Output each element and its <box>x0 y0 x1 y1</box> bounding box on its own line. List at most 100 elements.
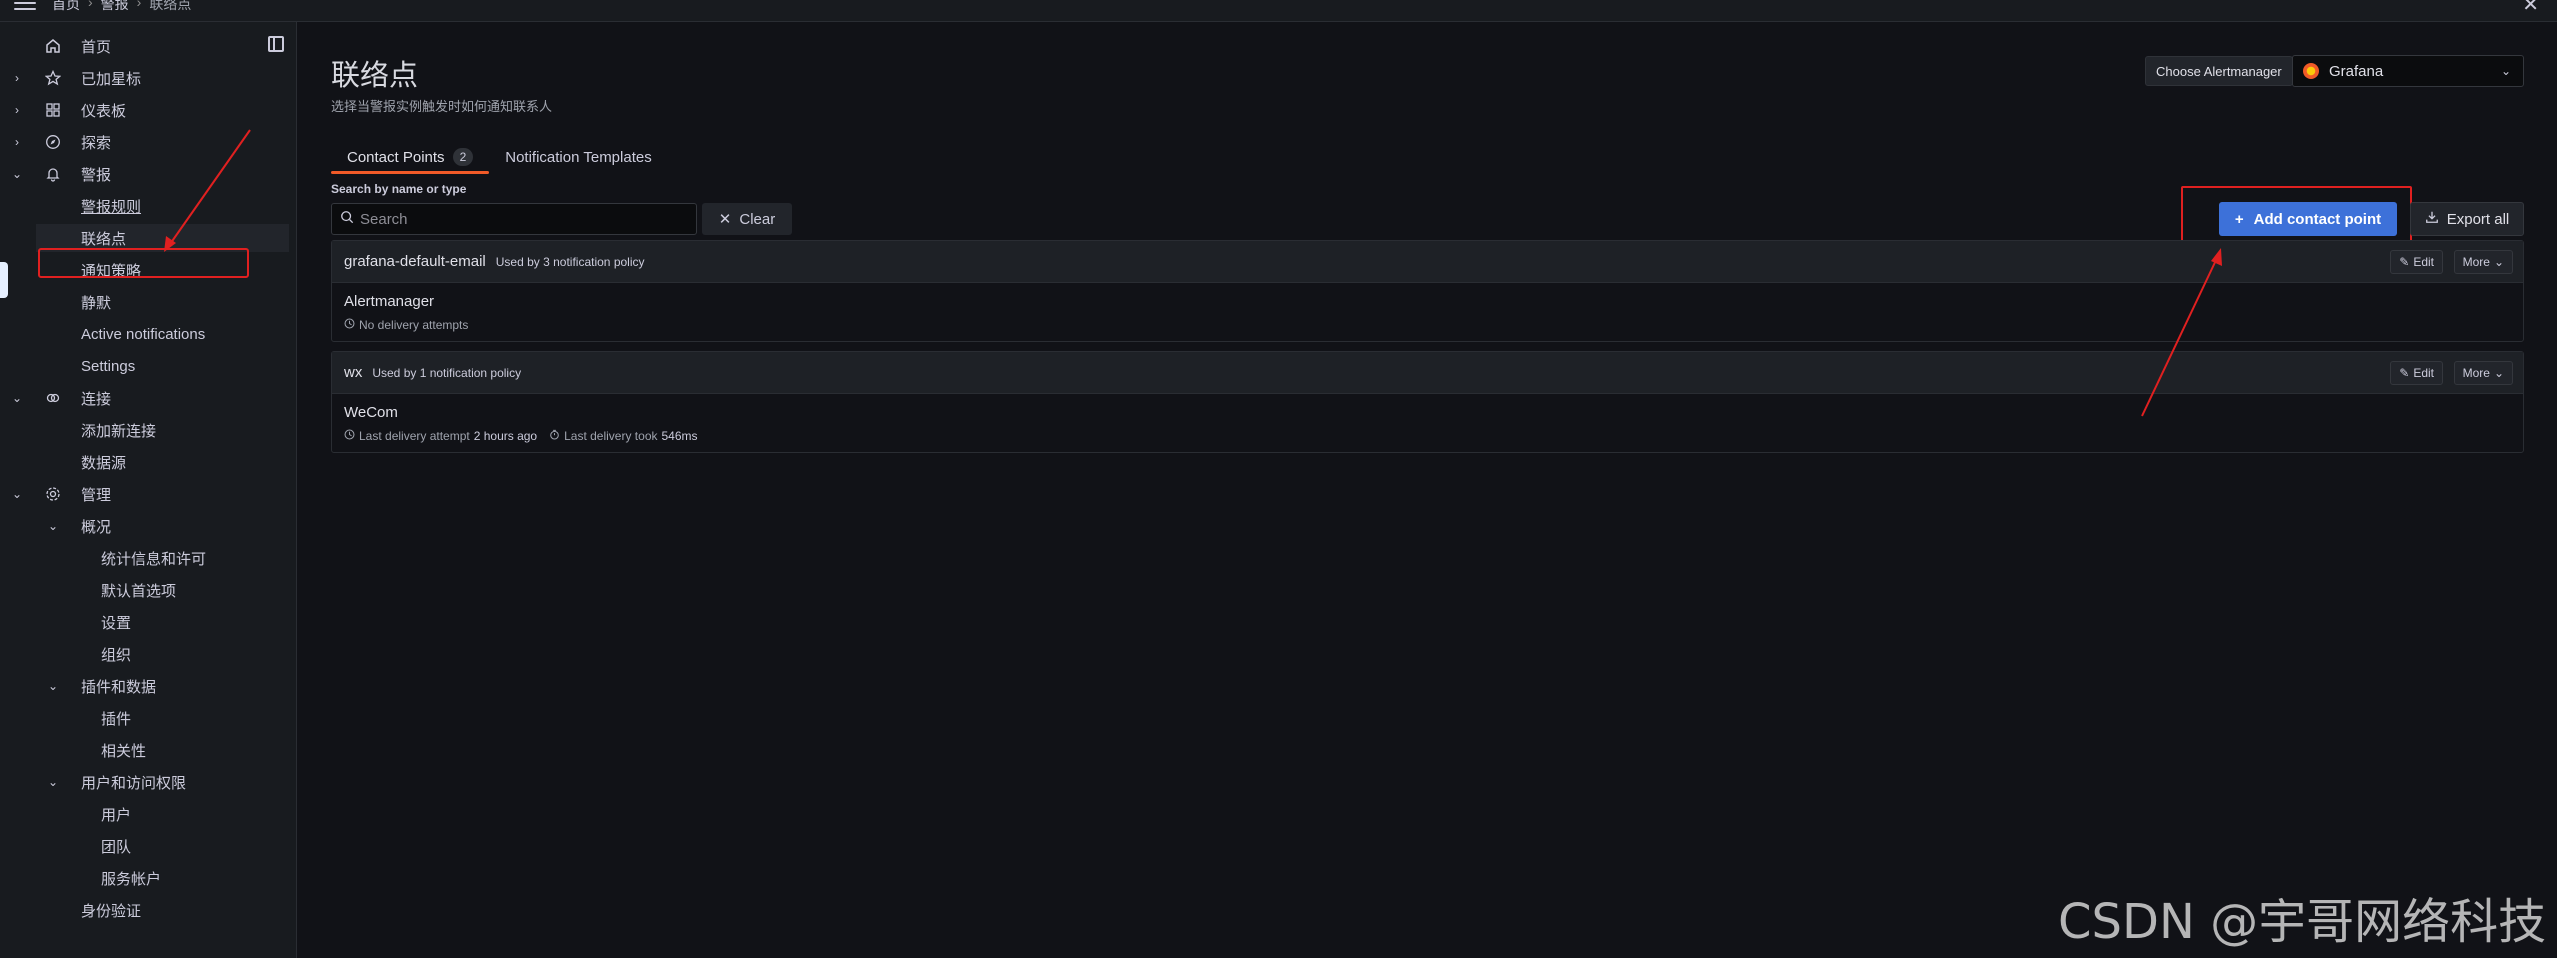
tab-contact-points[interactable]: Contact Points 2 <box>331 140 490 174</box>
chevron-right-icon[interactable]: › <box>12 135 22 149</box>
chevron-right-icon[interactable]: › <box>12 71 22 85</box>
delivery-status: Last delivery attempt 2 hours ago Last d… <box>344 429 2511 443</box>
main-content: 联络点 选择当警报实例触发时如何通知联系人 Choose Alertmanage… <box>298 22 2557 958</box>
sidebar-item-home[interactable]: 首页 <box>0 32 296 60</box>
sidebar-item-label: 团队 <box>101 838 132 856</box>
watermark: CSDN @宇哥网络科技 <box>2058 894 2547 950</box>
sidebar-item-active-notifications[interactable]: Active notifications <box>0 320 296 348</box>
home-icon <box>44 37 62 55</box>
menu-icon[interactable] <box>14 0 36 10</box>
chevron-down-icon: ⌄ <box>2493 255 2504 269</box>
sidebar-item-label: 联络点 <box>81 230 127 248</box>
sidebar-item-teams[interactable]: 团队 <box>0 832 296 860</box>
star-icon <box>44 69 62 87</box>
annotation-highlight-box <box>38 248 249 278</box>
pencil-icon: ✎ <box>2399 255 2410 269</box>
chevron-down-icon[interactable]: ⌄ <box>12 487 22 501</box>
sidebar-item-label: 警报 <box>81 166 112 184</box>
chevron-down-icon[interactable]: ⌄ <box>48 679 58 693</box>
sidebar-item-silences[interactable]: 静默 <box>0 288 296 316</box>
sidebar-item-label: 静默 <box>81 294 112 312</box>
sidebar-item-label: 设置 <box>101 614 132 632</box>
page-title: 联络点 <box>331 60 419 92</box>
sidebar-item-general[interactable]: ⌄ 概况 <box>0 512 296 540</box>
sidebar-item-connections[interactable]: ⌄ 连接 <box>0 384 296 412</box>
sidebar-item-stats-license[interactable]: 统计信息和许可 <box>0 544 296 572</box>
stopwatch-icon <box>549 429 560 443</box>
sidebar-item-dashboards[interactable]: › 仪表板 <box>0 96 296 124</box>
sidebar-item-correlations[interactable]: 相关性 <box>0 736 296 764</box>
sidebar-item-label: 仪表板 <box>81 102 127 120</box>
clear-button[interactable]: ✕ Clear <box>702 203 792 235</box>
alertmanager-select[interactable]: Grafana ⌄ <box>2292 55 2524 87</box>
more-button[interactable]: More ⌄ <box>2453 361 2513 385</box>
pencil-icon: ✎ <box>2399 366 2410 380</box>
clear-label: Clear <box>739 210 776 228</box>
sidebar-item-settings[interactable]: 设置 <box>0 608 296 636</box>
tab-notification-templates[interactable]: Notification Templates <box>489 140 667 174</box>
search-input[interactable] <box>360 210 680 228</box>
sidebar-item-label: 默认首选项 <box>101 582 177 600</box>
sidebar-item-authentication[interactable]: 身份验证 <box>0 896 296 924</box>
alertmanager-value: Grafana <box>2329 62 2384 80</box>
chevron-down-icon[interactable]: ⌄ <box>48 519 58 533</box>
search-label: Search by name or type <box>331 182 467 196</box>
chevron-down-icon: ⌄ <box>2500 64 2511 78</box>
sidebar-item-starred[interactable]: › 已加星标 <box>0 64 296 92</box>
breadcrumb-separator: › <box>136 0 142 10</box>
receiver-name: Alertmanager <box>344 293 435 310</box>
sidebar-item-alerting[interactable]: ⌄ 警报 <box>0 160 296 188</box>
breadcrumb-alerting[interactable]: 警报 <box>101 0 129 14</box>
more-label: More <box>2462 255 2490 269</box>
sidebar-item-label: 警报规则 <box>81 198 142 216</box>
sidebar-item-users[interactable]: 用户 <box>0 800 296 828</box>
sidebar-item-add-connection[interactable]: 添加新连接 <box>0 416 296 444</box>
sidebar-item-label: 首页 <box>81 38 112 56</box>
sidebar-item-alert-rules[interactable]: 警报规则 <box>0 192 296 220</box>
sidebar-item-default-preferences[interactable]: 默认首选项 <box>0 576 296 604</box>
delivery-text: Last delivery attempt <box>359 429 470 443</box>
sidebar-item-administration[interactable]: ⌄ 管理 <box>0 480 296 508</box>
chevron-right-icon[interactable]: › <box>12 103 22 117</box>
card-header: wx Used by 1 notification policy ✎ Edit … <box>332 352 2523 394</box>
tab-count-badge: 2 <box>452 148 474 166</box>
more-button[interactable]: More ⌄ <box>2453 250 2513 274</box>
sidebar-item-plugins[interactable]: 插件 <box>0 704 296 732</box>
sidebar-item-label: 服务帐户 <box>101 870 162 888</box>
sidebar-item-label: 已加星标 <box>81 70 142 88</box>
sidebar-item-users-access[interactable]: ⌄ 用户和访问权限 <box>0 768 296 796</box>
sidebar-item-label: 插件和数据 <box>81 678 157 696</box>
delivery-text: No delivery attempts <box>359 318 469 332</box>
sidebar-item-data-sources[interactable]: 数据源 <box>0 448 296 476</box>
sidebar-item-label: Settings <box>81 357 136 375</box>
contact-point-card: wx Used by 1 notification policy ✎ Edit … <box>331 351 2524 453</box>
close-icon[interactable]: ✕ <box>2522 0 2539 17</box>
chevron-down-icon[interactable]: ⌄ <box>12 391 22 405</box>
download-icon <box>2425 210 2439 228</box>
chevron-down-icon: ⌄ <box>2493 366 2504 380</box>
duration-text: Last delivery took <box>564 429 658 443</box>
sidebar-item-service-accounts[interactable]: 服务帐户 <box>0 864 296 892</box>
side-handle[interactable] <box>0 262 8 298</box>
edit-button[interactable]: ✎ Edit <box>2390 361 2443 385</box>
export-all-button[interactable]: Export all <box>2410 202 2524 236</box>
sidebar-item-alerting-settings[interactable]: Settings <box>0 352 296 380</box>
breadcrumb-home[interactable]: 首页 <box>52 0 80 14</box>
more-label: More <box>2462 366 2490 380</box>
chevron-down-icon[interactable]: ⌄ <box>48 775 58 789</box>
contact-point-usage[interactable]: Used by 1 notification policy <box>372 366 521 380</box>
sidebar-item-label: 插件 <box>101 710 132 728</box>
page-subtitle: 选择当警报实例触发时如何通知联系人 <box>331 99 553 114</box>
sidebar-item-plugins-data[interactable]: ⌄ 插件和数据 <box>0 672 296 700</box>
compass-icon <box>44 133 62 151</box>
bell-icon <box>44 165 62 183</box>
sidebar-item-label: 相关性 <box>101 742 147 760</box>
chevron-down-icon[interactable]: ⌄ <box>12 167 22 181</box>
sidebar-item-explore[interactable]: › 探索 <box>0 128 296 156</box>
sidebar-item-label: 概况 <box>81 518 112 536</box>
sidebar-item-organizations[interactable]: 组织 <box>0 640 296 668</box>
export-label: Export all <box>2446 210 2510 228</box>
tabs: Contact Points 2 Notification Templates <box>331 140 668 174</box>
contact-point-usage[interactable]: Used by 3 notification policy <box>496 255 645 269</box>
edit-button[interactable]: ✎ Edit <box>2390 250 2443 274</box>
